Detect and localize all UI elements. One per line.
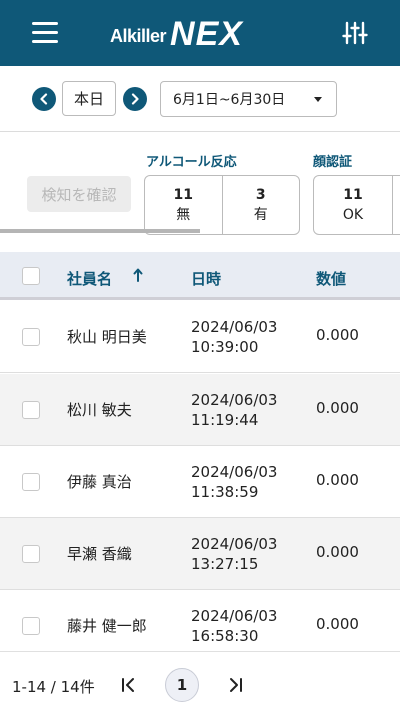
- alcohol-none-label: 無: [176, 207, 191, 223]
- table-header: 社員名 日時 数値: [0, 252, 400, 300]
- record-time: 16:58:30: [191, 627, 259, 645]
- logo-text-big: NEX: [170, 15, 243, 53]
- row-checkbox[interactable]: [22, 473, 40, 491]
- summary-panel: 検知を確認 アルコール反応 11 無 3 有 顔認証 11 OK: [0, 132, 400, 252]
- record-datetime: 2024/06/03 11:19:44: [191, 390, 277, 430]
- record-date: 2024/06/03: [191, 391, 278, 409]
- alcohol-none-count: 11: [173, 187, 193, 203]
- alcohol-yes-filter[interactable]: 3 有: [221, 176, 300, 234]
- date-range-select[interactable]: 6月1日~6月30日: [160, 81, 337, 117]
- record-datetime: 2024/06/03 13:27:15: [191, 534, 277, 574]
- record-time: 11:19:44: [191, 411, 259, 429]
- app-header: Alkiller NEX: [0, 0, 400, 66]
- table-row[interactable]: 早瀬 香織 2024/06/03 13:27:15 0.000: [0, 518, 400, 590]
- face-ok-filter[interactable]: 11 OK: [314, 176, 392, 234]
- pagination-count: 1-14 / 14件: [12, 678, 95, 696]
- table-row[interactable]: 伊藤 真治 2024/06/03 11:38:59 0.000: [0, 446, 400, 518]
- face-ok-count: 11: [343, 187, 363, 203]
- face-ng-filter-partial[interactable]: [392, 176, 400, 234]
- alcohol-value: 0.000: [316, 471, 359, 489]
- record-time: 11:38:59: [191, 483, 259, 501]
- table-row[interactable]: 秋山 明日美 2024/06/03 10:39:00 0.000: [0, 301, 400, 373]
- hamburger-menu-icon[interactable]: [32, 22, 58, 44]
- record-date: 2024/06/03: [191, 318, 278, 336]
- employee-name: 伊藤 真治: [67, 473, 132, 491]
- employee-name: 藤井 健一郎: [67, 617, 147, 635]
- pagination-bar: 1-14 / 14件 1: [0, 651, 400, 720]
- alcohol-value: 0.000: [316, 615, 359, 633]
- alcohol-value: 0.000: [316, 399, 359, 417]
- alcohol-reaction-label: アルコール反応: [146, 155, 237, 170]
- record-date: 2024/06/03: [191, 535, 278, 553]
- row-checkbox[interactable]: [22, 328, 40, 346]
- next-period-button[interactable]: [123, 87, 147, 111]
- date-filter-bar: 本日 6月1日~6月30日: [0, 66, 400, 132]
- row-checkbox[interactable]: [22, 617, 40, 635]
- chevron-left-icon: [40, 93, 48, 105]
- record-date: 2024/06/03: [191, 607, 278, 625]
- row-checkbox[interactable]: [22, 401, 40, 419]
- record-datetime: 2024/06/03 10:39:00: [191, 317, 277, 357]
- sliders-icon[interactable]: [342, 20, 368, 46]
- employee-name: 早瀬 香織: [67, 545, 132, 563]
- alcohol-value: 0.000: [316, 326, 359, 344]
- alcohol-yes-count: 3: [255, 187, 266, 203]
- caret-down-icon: [314, 97, 322, 102]
- alcohol-yes-label: 有: [253, 207, 268, 223]
- employee-name: 秋山 明日美: [67, 328, 147, 346]
- row-checkbox[interactable]: [22, 545, 40, 563]
- logo-text-small: Alkiller: [110, 26, 167, 46]
- column-header-name[interactable]: 社員名: [67, 268, 112, 289]
- arrow-up-icon[interactable]: [133, 267, 143, 283]
- record-date: 2024/06/03: [191, 463, 278, 481]
- alcohol-value: 0.000: [316, 543, 359, 561]
- record-time: 13:27:15: [191, 555, 259, 573]
- page-number-button[interactable]: 1: [165, 668, 199, 702]
- first-page-icon[interactable]: [120, 676, 138, 694]
- last-page-icon[interactable]: [226, 676, 244, 694]
- record-time: 10:39:00: [191, 338, 259, 356]
- chevron-right-icon: [131, 93, 139, 105]
- app-logo: Alkiller NEX: [110, 14, 243, 54]
- record-datetime: 2024/06/03 16:58:30: [191, 606, 277, 646]
- table-row[interactable]: 松川 敏夫 2024/06/03 11:19:44 0.000: [0, 374, 400, 446]
- check-detection-button[interactable]: 検知を確認: [27, 176, 131, 212]
- employee-name: 松川 敏夫: [67, 401, 132, 419]
- alcohol-none-filter[interactable]: 11 無: [145, 176, 222, 234]
- column-header-datetime[interactable]: 日時: [191, 268, 221, 289]
- column-header-value[interactable]: 数値: [316, 268, 346, 289]
- horizontal-scrollbar[interactable]: [0, 229, 200, 233]
- select-all-checkbox[interactable]: [22, 267, 40, 285]
- face-ok-label: OK: [342, 207, 364, 223]
- prev-period-button[interactable]: [32, 87, 56, 111]
- face-stat-box: 11 OK: [313, 175, 400, 235]
- face-auth-label: 顔認証: [313, 155, 353, 170]
- alcohol-stat-box: 11 無 3 有: [144, 175, 300, 235]
- today-button[interactable]: 本日: [62, 81, 116, 116]
- record-datetime: 2024/06/03 11:38:59: [191, 462, 277, 502]
- date-range-value: 6月1日~6月30日: [173, 92, 286, 108]
